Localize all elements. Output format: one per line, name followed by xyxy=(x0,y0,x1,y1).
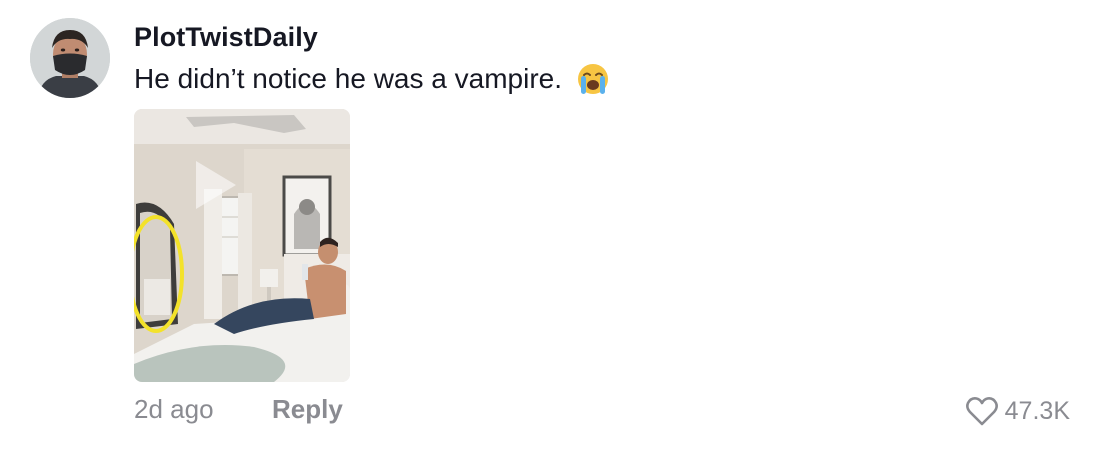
heart-outline-icon[interactable] xyxy=(965,395,999,427)
like-button[interactable]: 47.3K xyxy=(965,395,1070,427)
like-count: 47.3K xyxy=(1004,396,1070,425)
reply-button[interactable]: Reply xyxy=(272,394,343,425)
comment-media-thumbnail[interactable] xyxy=(134,109,350,382)
loudly-crying-face-emoji-icon xyxy=(578,64,608,94)
comment-username[interactable]: PlotTwistDaily xyxy=(134,22,318,53)
avatar[interactable] xyxy=(30,18,110,98)
comment-text: He didn’t notice he was a vampire. xyxy=(134,63,562,94)
comment-timestamp: 2d ago xyxy=(134,394,214,424)
comment-body: He didn’t notice he was a vampire. xyxy=(134,62,610,96)
